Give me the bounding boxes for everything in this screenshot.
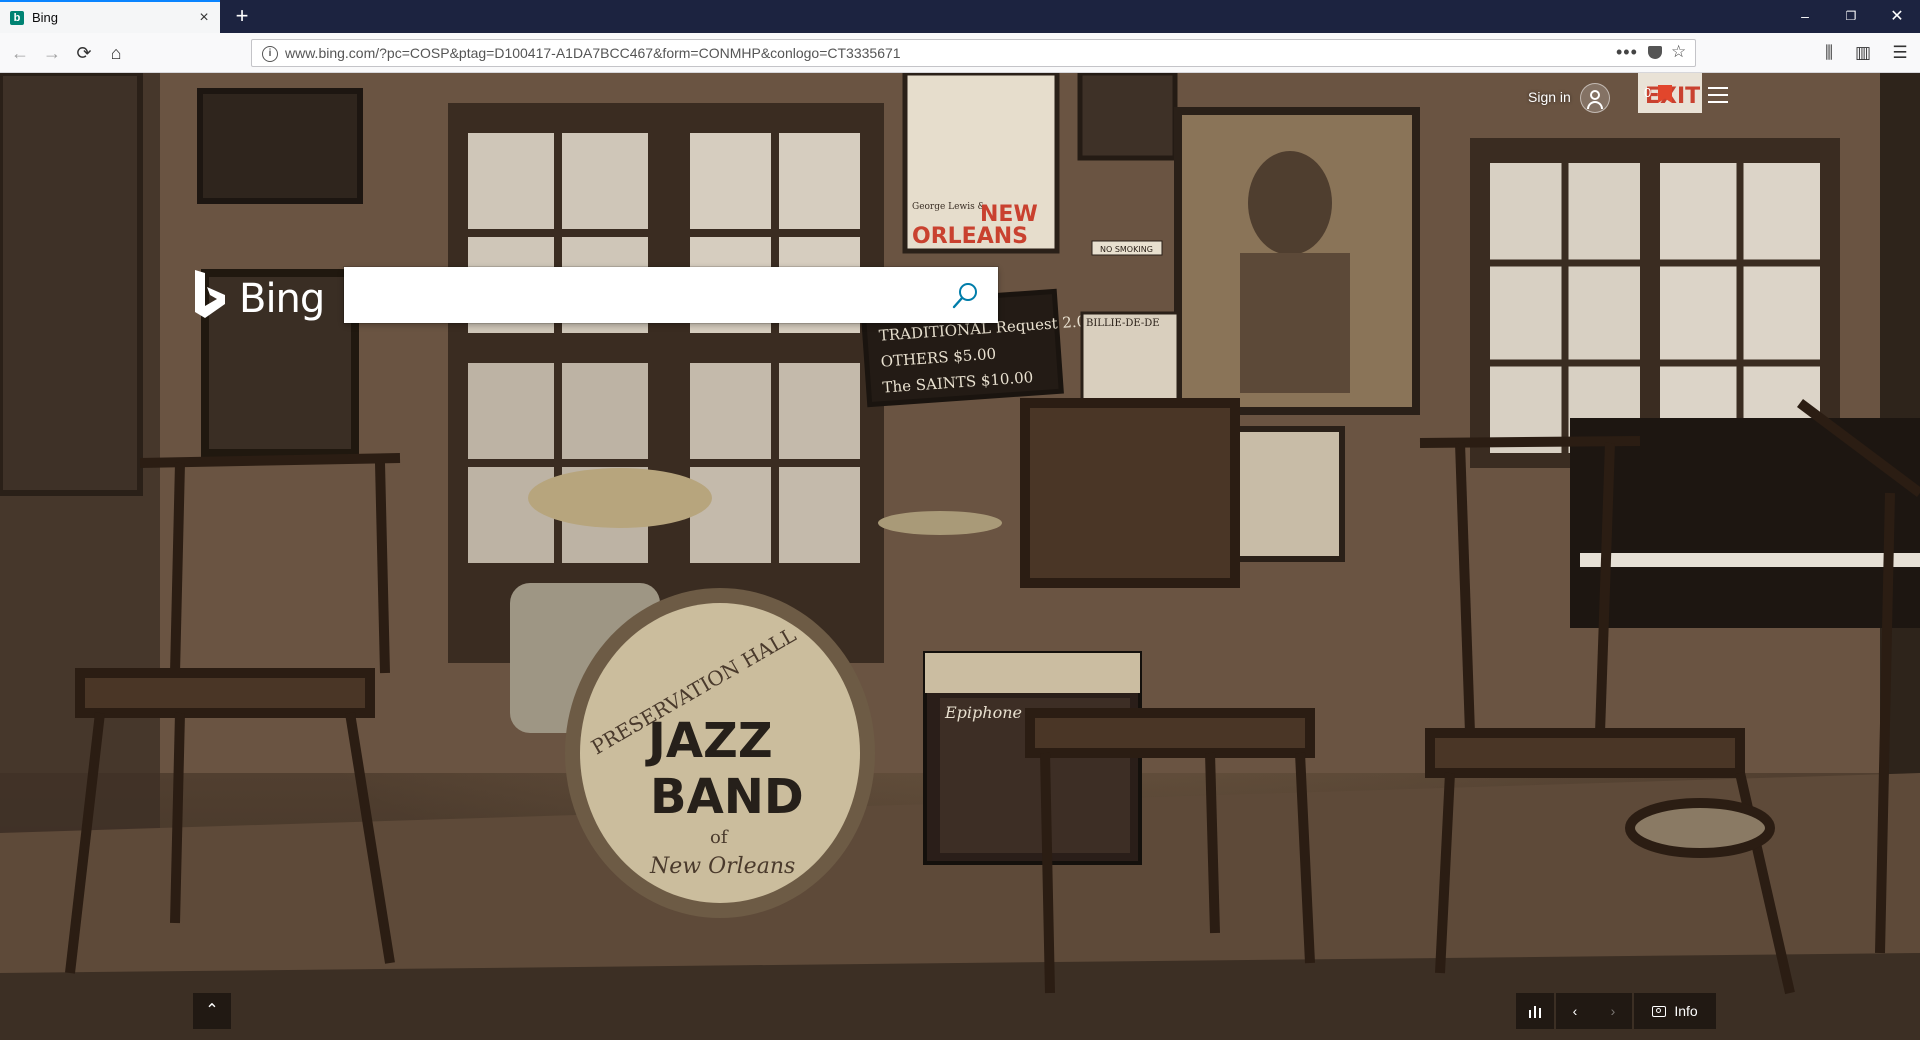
user-head-icon <box>1590 90 1600 100</box>
bing-logo[interactable]: Bing <box>193 270 325 322</box>
sign-in-link[interactable]: Sign in <box>1528 89 1571 105</box>
camera-icon <box>1652 1005 1667 1017</box>
billie-text: BILLIE-DE-DE <box>1086 318 1160 329</box>
exit-text: EXIT <box>1645 84 1700 109</box>
frame-top-center <box>1077 73 1178 161</box>
url-bar[interactable]: i www.bing.com/?pc=COSP&ptag=D100417-A1D… <box>251 39 1696 67</box>
url-text[interactable]: www.bing.com/?pc=COSP&ptag=D100417-A1DA7… <box>285 45 901 61</box>
info-button[interactable]: Info <box>1634 993 1716 1029</box>
reload-button[interactable]: ⟳ <box>72 41 96 65</box>
bing-homepage: George Lewis & NEW ORLEANS NO SMOKING TR… <box>0 73 1920 1040</box>
window-close-button[interactable]: ✕ <box>1874 0 1920 33</box>
navigation-bar: ← → ⟳ ⌂ i www.bing.com/?pc=COSP&ptag=D10… <box>0 33 1920 73</box>
hamburger-menu-icon[interactable] <box>1708 87 1728 103</box>
avatar-icon[interactable] <box>1580 83 1610 113</box>
svg-text:JAZZ: JAZZ <box>645 713 773 769</box>
pocket-icon[interactable] <box>1648 46 1662 59</box>
browser-menu-icon[interactable]: ☰ <box>1888 41 1912 65</box>
frame-small-1 <box>197 88 363 204</box>
previous-image-button[interactable]: ‹ <box>1556 993 1594 1029</box>
tab-close-icon[interactable]: × <box>194 8 214 28</box>
forward-button[interactable]: → <box>40 41 64 65</box>
search-input[interactable] <box>344 267 934 323</box>
back-button[interactable]: ← <box>8 41 32 65</box>
svg-text:George Lewis &: George Lewis & <box>912 202 986 212</box>
site-info-icon[interactable]: i <box>262 46 278 62</box>
cymbal-small <box>878 511 1002 535</box>
user-body-icon <box>1587 101 1603 109</box>
piano-keys <box>1580 553 1920 567</box>
page-actions-icon[interactable]: ••• <box>1616 42 1638 63</box>
cymbal-large <box>528 468 712 528</box>
bing-b-icon <box>195 270 225 318</box>
library-icon[interactable]: ⫼ <box>1817 41 1841 65</box>
sidebar-icon[interactable]: ▥ <box>1851 41 1875 65</box>
rewards-count[interactable]: 0 <box>1644 85 1651 100</box>
bing-wordmark: Bing <box>239 276 325 322</box>
scroll-up-button[interactable]: ⌃ <box>193 993 231 1029</box>
bookmark-star-icon[interactable]: ☆ <box>1671 42 1686 62</box>
stats-icon[interactable] <box>1516 993 1554 1029</box>
no-smoking-text: NO SMOKING <box>1100 245 1153 254</box>
svg-text:Epiphone: Epiphone <box>944 703 1022 722</box>
window-maximize-button[interactable]: ❐ <box>1828 0 1874 33</box>
new-tab-button[interactable]: + <box>231 5 253 27</box>
bing-favicon-icon: b <box>10 10 24 25</box>
info-label: Info <box>1674 1003 1698 1019</box>
window-left <box>448 103 884 663</box>
new-orleans-poster: George Lewis & NEW ORLEANS <box>902 73 1060 254</box>
portrait-left <box>0 73 143 496</box>
svg-text:ORLEANS: ORLEANS <box>912 224 1028 249</box>
image-controls: ‹ › Info <box>1516 993 1716 1029</box>
tab-bing[interactable]: b Bing × <box>0 0 220 33</box>
trumpet-portrait <box>1174 107 1420 415</box>
tab-title: Bing <box>32 10 59 25</box>
search-box <box>344 267 998 323</box>
svg-text:New Orleans: New Orleans <box>649 854 795 879</box>
lion-frame <box>1233 426 1345 562</box>
tab-strip: b Bing × + – ❐ ✕ <box>0 0 1920 33</box>
svg-text:of: of <box>710 827 729 848</box>
next-image-button[interactable]: › <box>1594 993 1632 1029</box>
search-icon[interactable] <box>950 281 980 311</box>
svg-text:BAND: BAND <box>650 769 804 825</box>
window-minimize-button[interactable]: – <box>1782 0 1828 33</box>
home-button[interactable]: ⌂ <box>104 41 128 65</box>
background-image: George Lewis & NEW ORLEANS NO SMOKING TR… <box>0 73 1920 1040</box>
